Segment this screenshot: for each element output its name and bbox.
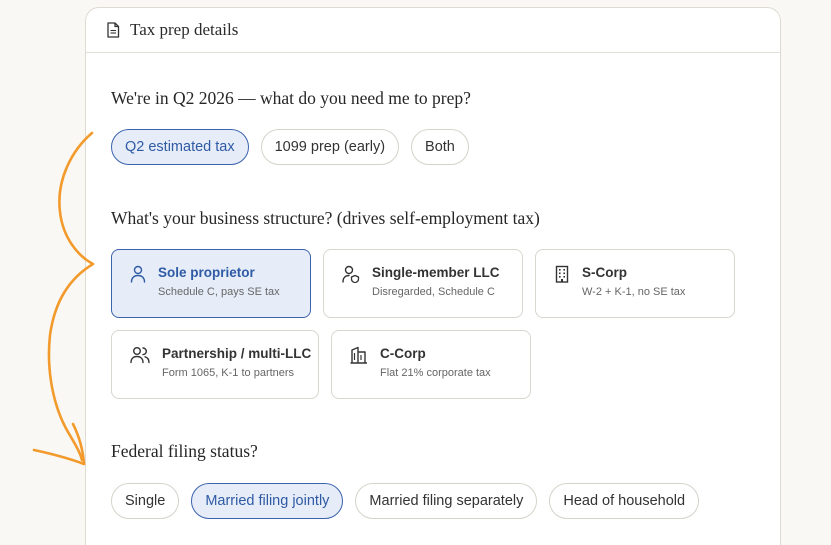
- option-partnership[interactable]: Partnership / multi-LLC Form 1065, K-1 t…: [111, 330, 319, 399]
- question-business-structure: What's your business structure? (drives …: [111, 208, 540, 228]
- option-s-corp[interactable]: S-Corp W-2 + K-1, no SE tax: [535, 249, 735, 318]
- card-title: Tax prep details: [130, 20, 239, 39]
- option-married-filing-jointly[interactable]: Married filing jointly: [191, 483, 344, 519]
- option-title: S-Corp: [582, 265, 627, 280]
- option-title: Single-member LLC: [372, 265, 500, 280]
- option-c-corp[interactable]: C-Corp Flat 21% corporate tax: [331, 330, 531, 399]
- option-subtitle: W-2 + K-1, no SE tax: [582, 286, 686, 298]
- option-single-member-llc[interactable]: Single-member LLC Disregarded, Schedule …: [323, 249, 523, 318]
- prep-type-options: Q2 estimated tax 1099 prep (early) Both: [111, 129, 481, 165]
- person-icon: [130, 265, 146, 283]
- question-prep-type: We're in Q2 2026 — what do you need me t…: [111, 88, 471, 108]
- corporate-building-icon: [350, 346, 367, 364]
- option-married-filing-separately[interactable]: Married filing separately: [355, 483, 538, 519]
- option-q2-estimated-tax[interactable]: Q2 estimated tax: [111, 129, 249, 165]
- tax-prep-card: Tax prep details We're in Q2 2026 — what…: [85, 7, 781, 545]
- question-filing-status: Federal filing status?: [111, 441, 258, 461]
- card-header: Tax prep details: [86, 8, 780, 53]
- option-title: Sole proprietor: [158, 265, 255, 280]
- option-subtitle: Flat 21% corporate tax: [380, 367, 491, 379]
- option-subtitle: Form 1065, K-1 to partners: [162, 367, 295, 379]
- option-subtitle: Schedule C, pays SE tax: [158, 286, 280, 298]
- option-title: C-Corp: [380, 346, 426, 361]
- option-title: Partnership / multi-LLC: [162, 346, 312, 361]
- people-icon: [130, 347, 150, 364]
- option-subtitle: Disregarded, Schedule C: [372, 286, 495, 298]
- filing-status-options: Single Married filing jointly Married fi…: [111, 483, 711, 519]
- option-both[interactable]: Both: [411, 129, 469, 165]
- person-shield-icon: [342, 265, 360, 283]
- option-single[interactable]: Single: [111, 483, 180, 519]
- building-icon: [555, 265, 569, 283]
- option-sole-proprietor[interactable]: Sole proprietor Schedule C, pays SE tax: [111, 249, 311, 318]
- document-icon: [107, 22, 120, 38]
- option-head-of-household[interactable]: Head of household: [549, 483, 700, 519]
- option-1099-prep[interactable]: 1099 prep (early): [260, 129, 400, 165]
- business-structure-row-1: Sole proprietor Schedule C, pays SE tax …: [111, 249, 747, 318]
- business-structure-row-2: Partnership / multi-LLC Form 1065, K-1 t…: [111, 330, 543, 399]
